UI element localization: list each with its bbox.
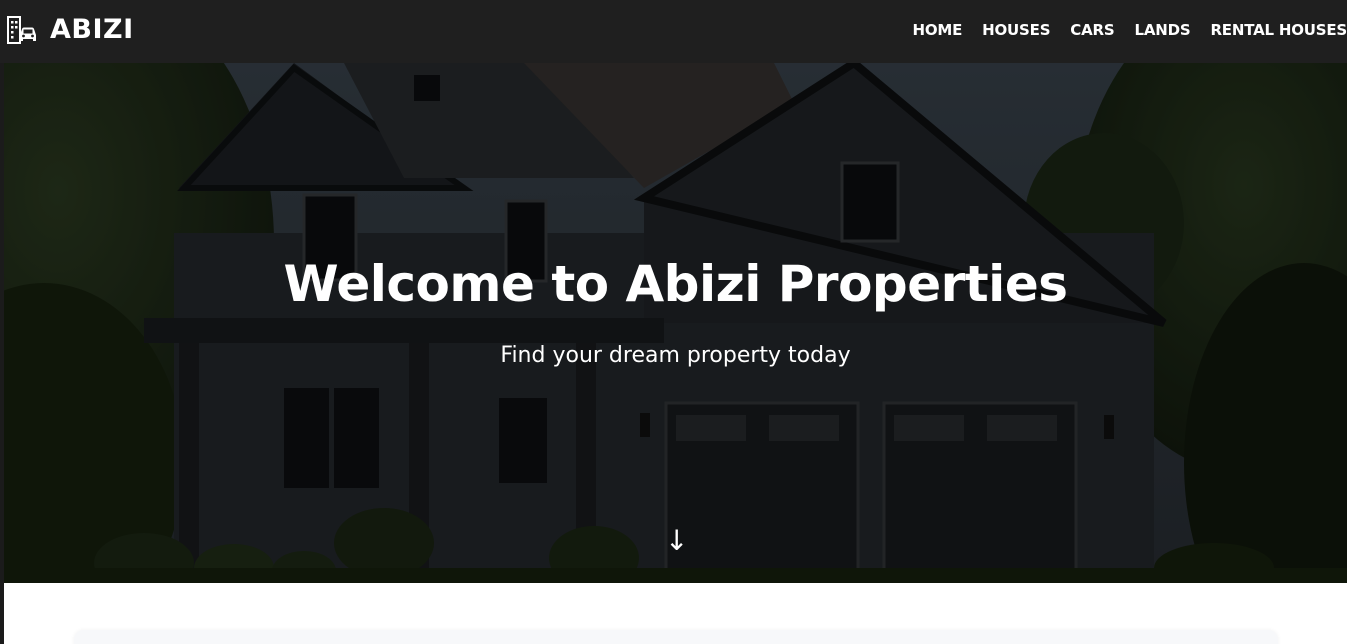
brand-name: ABIZI (50, 13, 134, 45)
navbar: ABIZI HOME HOUSES CARS LANDS RENTAL HOUS… (0, 0, 1351, 63)
page: ABIZI HOME HOUSES CARS LANDS RENTAL HOUS… (0, 0, 1351, 644)
brand-logo-link[interactable]: ABIZI (6, 12, 134, 46)
hero-dark-overlay (4, 63, 1347, 583)
window-edge-right (1347, 0, 1351, 644)
building-car-icon (6, 13, 38, 45)
hero-title: Welcome to Abizi Properties (283, 255, 1069, 313)
nav-menu: HOME HOUSES CARS LANDS RENTAL HOUSES (912, 21, 1347, 39)
content-card (74, 630, 1278, 644)
nav-link-home[interactable]: HOME (912, 21, 962, 39)
nav-link-cars[interactable]: CARS (1070, 21, 1114, 39)
hero-subtitle: Find your dream property today (500, 343, 851, 368)
hero-section: Welcome to Abizi Properties Find your dr… (4, 63, 1347, 583)
arrow-down-icon[interactable]: ↓ (665, 525, 688, 557)
nav-link-rental-houses[interactable]: RENTAL HOUSES (1210, 21, 1347, 39)
nav-link-houses[interactable]: HOUSES (982, 21, 1050, 39)
nav-link-lands[interactable]: LANDS (1134, 21, 1190, 39)
